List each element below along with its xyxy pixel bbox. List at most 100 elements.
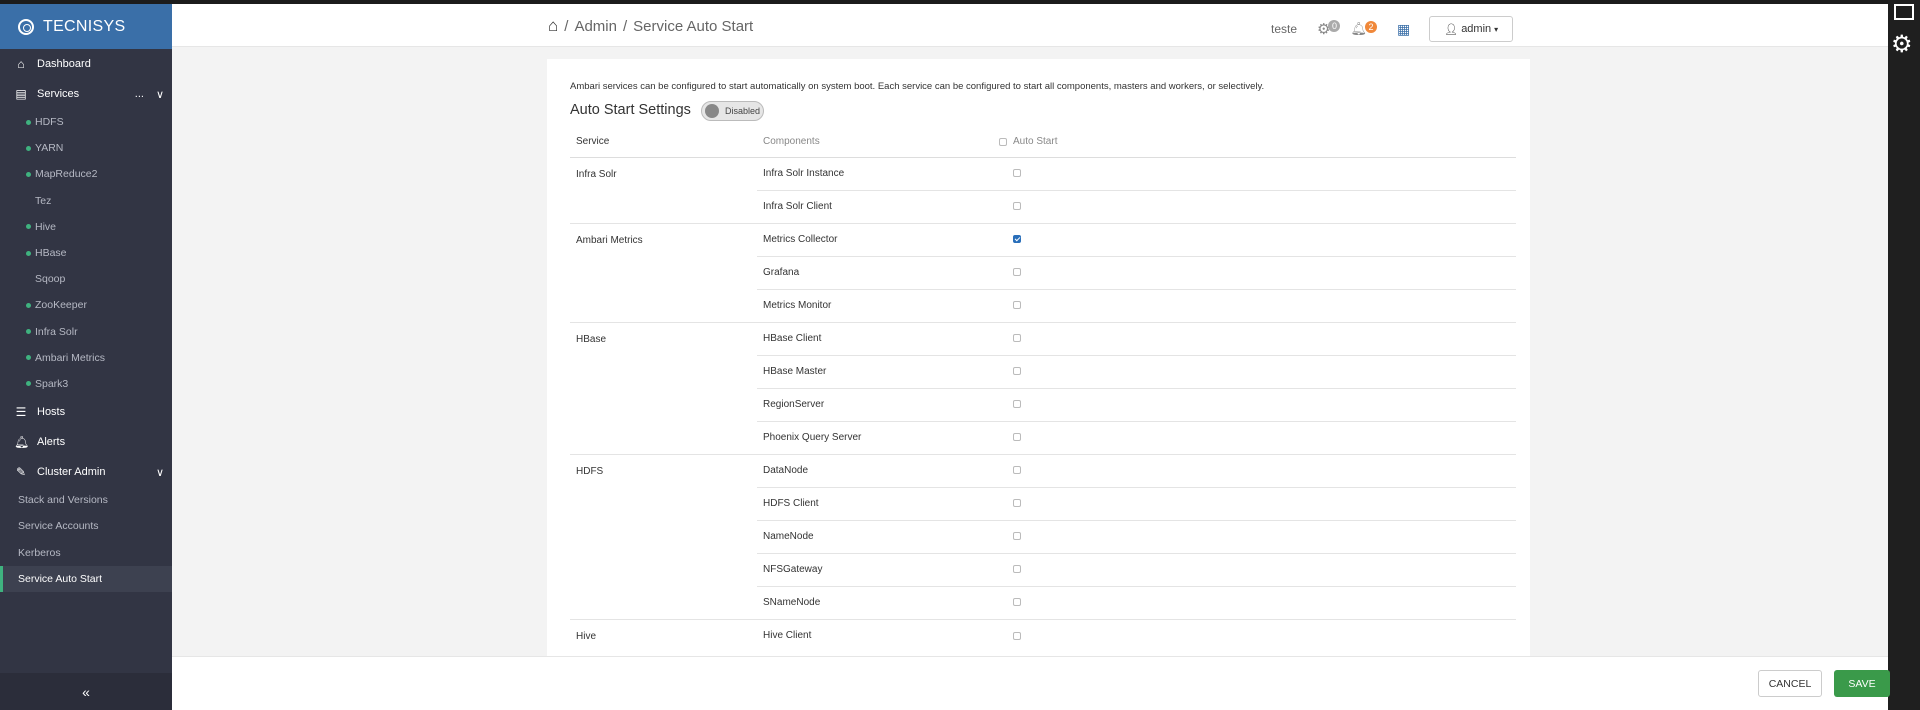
component-name-cell: HBase Client: [757, 321, 987, 355]
auto-start-cell: [987, 420, 1047, 454]
status-dot-icon: [26, 302, 31, 308]
status-dot-icon: [26, 381, 31, 387]
service-name-cell: HBase: [570, 321, 757, 355]
auto-start-checkbox[interactable]: [1013, 235, 1021, 244]
filler-cell: [1047, 288, 1516, 322]
auto-start-checkbox[interactable]: [1013, 631, 1021, 640]
status-dot-icon: [26, 171, 31, 177]
service-name-cell: [570, 520, 757, 553]
status-dot-icon: [26, 329, 31, 335]
sidebar-service-item[interactable]: HDFS: [0, 109, 172, 135]
auto-start-checkbox[interactable]: [1013, 466, 1021, 475]
sidebar-service-item[interactable]: Ambari Metrics: [0, 345, 172, 371]
service-name-cell: Infra Solr: [570, 156, 757, 190]
sidebar-service-label: Hive: [35, 220, 57, 233]
filler-cell: [1047, 222, 1516, 256]
sidebar-item-dashboard[interactable]: ⌂ Dashboard: [0, 49, 172, 79]
filler-cell: [1047, 255, 1516, 289]
table-row: HBase Master: [570, 354, 1516, 388]
chevron-down-icon[interactable]: ∨: [156, 88, 164, 101]
sidebar-service-item[interactable]: Sqoop: [0, 266, 172, 292]
table-row: RegionServer: [570, 387, 1516, 421]
filler-cell: [1047, 519, 1516, 553]
cancel-button[interactable]: CANCEL: [1758, 670, 1822, 697]
brand[interactable]: TECNISYS: [0, 4, 172, 49]
sidebar-item-label: Hosts: [37, 406, 66, 419]
sidebar-service-item[interactable]: MapReduce2: [0, 161, 172, 187]
sidebar-cluster-item[interactable]: Service Auto Start: [0, 565, 172, 592]
sidebar-service-item[interactable]: YARN: [0, 135, 172, 161]
briefcase-icon: ▤: [15, 87, 27, 101]
gear-icon[interactable]: ⚙: [1891, 30, 1913, 59]
table-row: NameNode: [570, 519, 1516, 553]
auto-start-checkbox[interactable]: [1013, 268, 1021, 277]
sidebar-service-item[interactable]: Infra Solr: [0, 319, 172, 345]
breadcrumb-admin[interactable]: Admin: [574, 18, 617, 35]
component-name-cell: HBase Master: [757, 354, 987, 388]
filler-cell: [1047, 387, 1516, 421]
auto-start-checkbox[interactable]: [1013, 598, 1021, 607]
sidebar-cluster-item[interactable]: Stack and Versions: [0, 487, 172, 513]
sidebar-service-item[interactable]: Hive: [0, 214, 172, 240]
sidebar-item-label: Cluster Admin: [37, 466, 106, 479]
alerts-button[interactable]: 🔔︎ 2: [1350, 21, 1377, 37]
sidebar-item-hosts[interactable]: ☰ Hosts: [0, 397, 172, 427]
table-row: HBase HBase Client: [570, 321, 1516, 355]
sidebar-item-services[interactable]: ▤ Services ... ∨: [0, 79, 172, 109]
save-button[interactable]: SAVE: [1834, 670, 1890, 697]
admin-label: admin: [1461, 23, 1492, 35]
auto-start-checkbox[interactable]: [1013, 532, 1021, 541]
apps-grid-icon[interactable]: ▦: [1397, 21, 1410, 38]
auto-start-toggle[interactable]: Disabled: [701, 101, 764, 121]
auto-start-checkbox[interactable]: [1013, 433, 1021, 442]
auto-start-checkbox[interactable]: [1013, 565, 1021, 574]
wrench-icon: ✎: [15, 465, 27, 480]
component-name-cell: Infra Solr Client: [757, 189, 987, 223]
background-ops-button[interactable]: ⚙ 0: [1317, 20, 1341, 38]
sidebar-service-item[interactable]: ZooKeeper: [0, 292, 172, 318]
sidebar-cluster-item[interactable]: Kerberos: [0, 539, 172, 565]
table-row: NFSGateway: [570, 552, 1516, 586]
auto-start-checkbox[interactable]: [1013, 301, 1021, 310]
admin-dropdown-button[interactable]: 👤︎ admin ▾: [1429, 16, 1514, 42]
chevron-down-icon[interactable]: ∨: [156, 466, 164, 479]
services-more-button[interactable]: ...: [135, 88, 144, 101]
ops-count-badge: 0: [1328, 20, 1341, 32]
service-name-cell: [570, 256, 757, 289]
sidebar-service-label: MapReduce2: [35, 168, 98, 181]
auto-start-checkbox[interactable]: [1013, 499, 1021, 508]
sidebar-item-cluster-admin[interactable]: ✎ Cluster Admin ∨: [0, 457, 172, 487]
auto-start-cell: [987, 255, 1047, 289]
auto-start-checkbox[interactable]: [1013, 202, 1021, 211]
filler-cell: [1047, 453, 1516, 487]
filler-cell: [1047, 156, 1516, 190]
sidebar-cluster-item[interactable]: Service Accounts: [0, 513, 172, 539]
sidebar-service-label: Spark3: [35, 377, 69, 390]
breadcrumb-separator: /: [622, 17, 628, 35]
select-all-checkbox[interactable]: [999, 137, 1007, 146]
sidebar-service-item[interactable]: Tez: [0, 188, 172, 214]
component-name-cell: Hive Client: [757, 618, 987, 652]
breadcrumb-separator: /: [564, 17, 569, 35]
window-icon[interactable]: [1894, 4, 1914, 20]
sidebar-item-alerts[interactable]: 🔔︎ Alerts: [0, 427, 172, 457]
collapse-sidebar-button[interactable]: «: [0, 673, 172, 710]
auto-start-checkbox[interactable]: [1013, 334, 1021, 343]
home-icon[interactable]: ⌂: [548, 16, 558, 36]
filler-cell: [1047, 189, 1516, 223]
table-row: Grafana: [570, 255, 1516, 289]
auto-start-checkbox[interactable]: [1013, 169, 1021, 178]
home-icon: ⌂: [17, 57, 25, 71]
filler-cell: [1047, 552, 1516, 586]
auto-start-checkbox[interactable]: [1013, 367, 1021, 376]
auto-start-checkbox[interactable]: [1013, 400, 1021, 409]
column-header-service: Service: [570, 127, 757, 158]
sidebar-service-item[interactable]: HBase: [0, 240, 172, 266]
sidebar-service-item[interactable]: Spark3: [0, 371, 172, 397]
status-dot-icon: [26, 224, 31, 230]
status-dot-icon: [26, 145, 31, 151]
sidebar-service-label: HDFS: [35, 116, 64, 129]
component-name-cell: Grafana: [757, 255, 987, 289]
toggle-knob: [705, 104, 719, 118]
sidebar-item-label: Services: [37, 88, 80, 100]
